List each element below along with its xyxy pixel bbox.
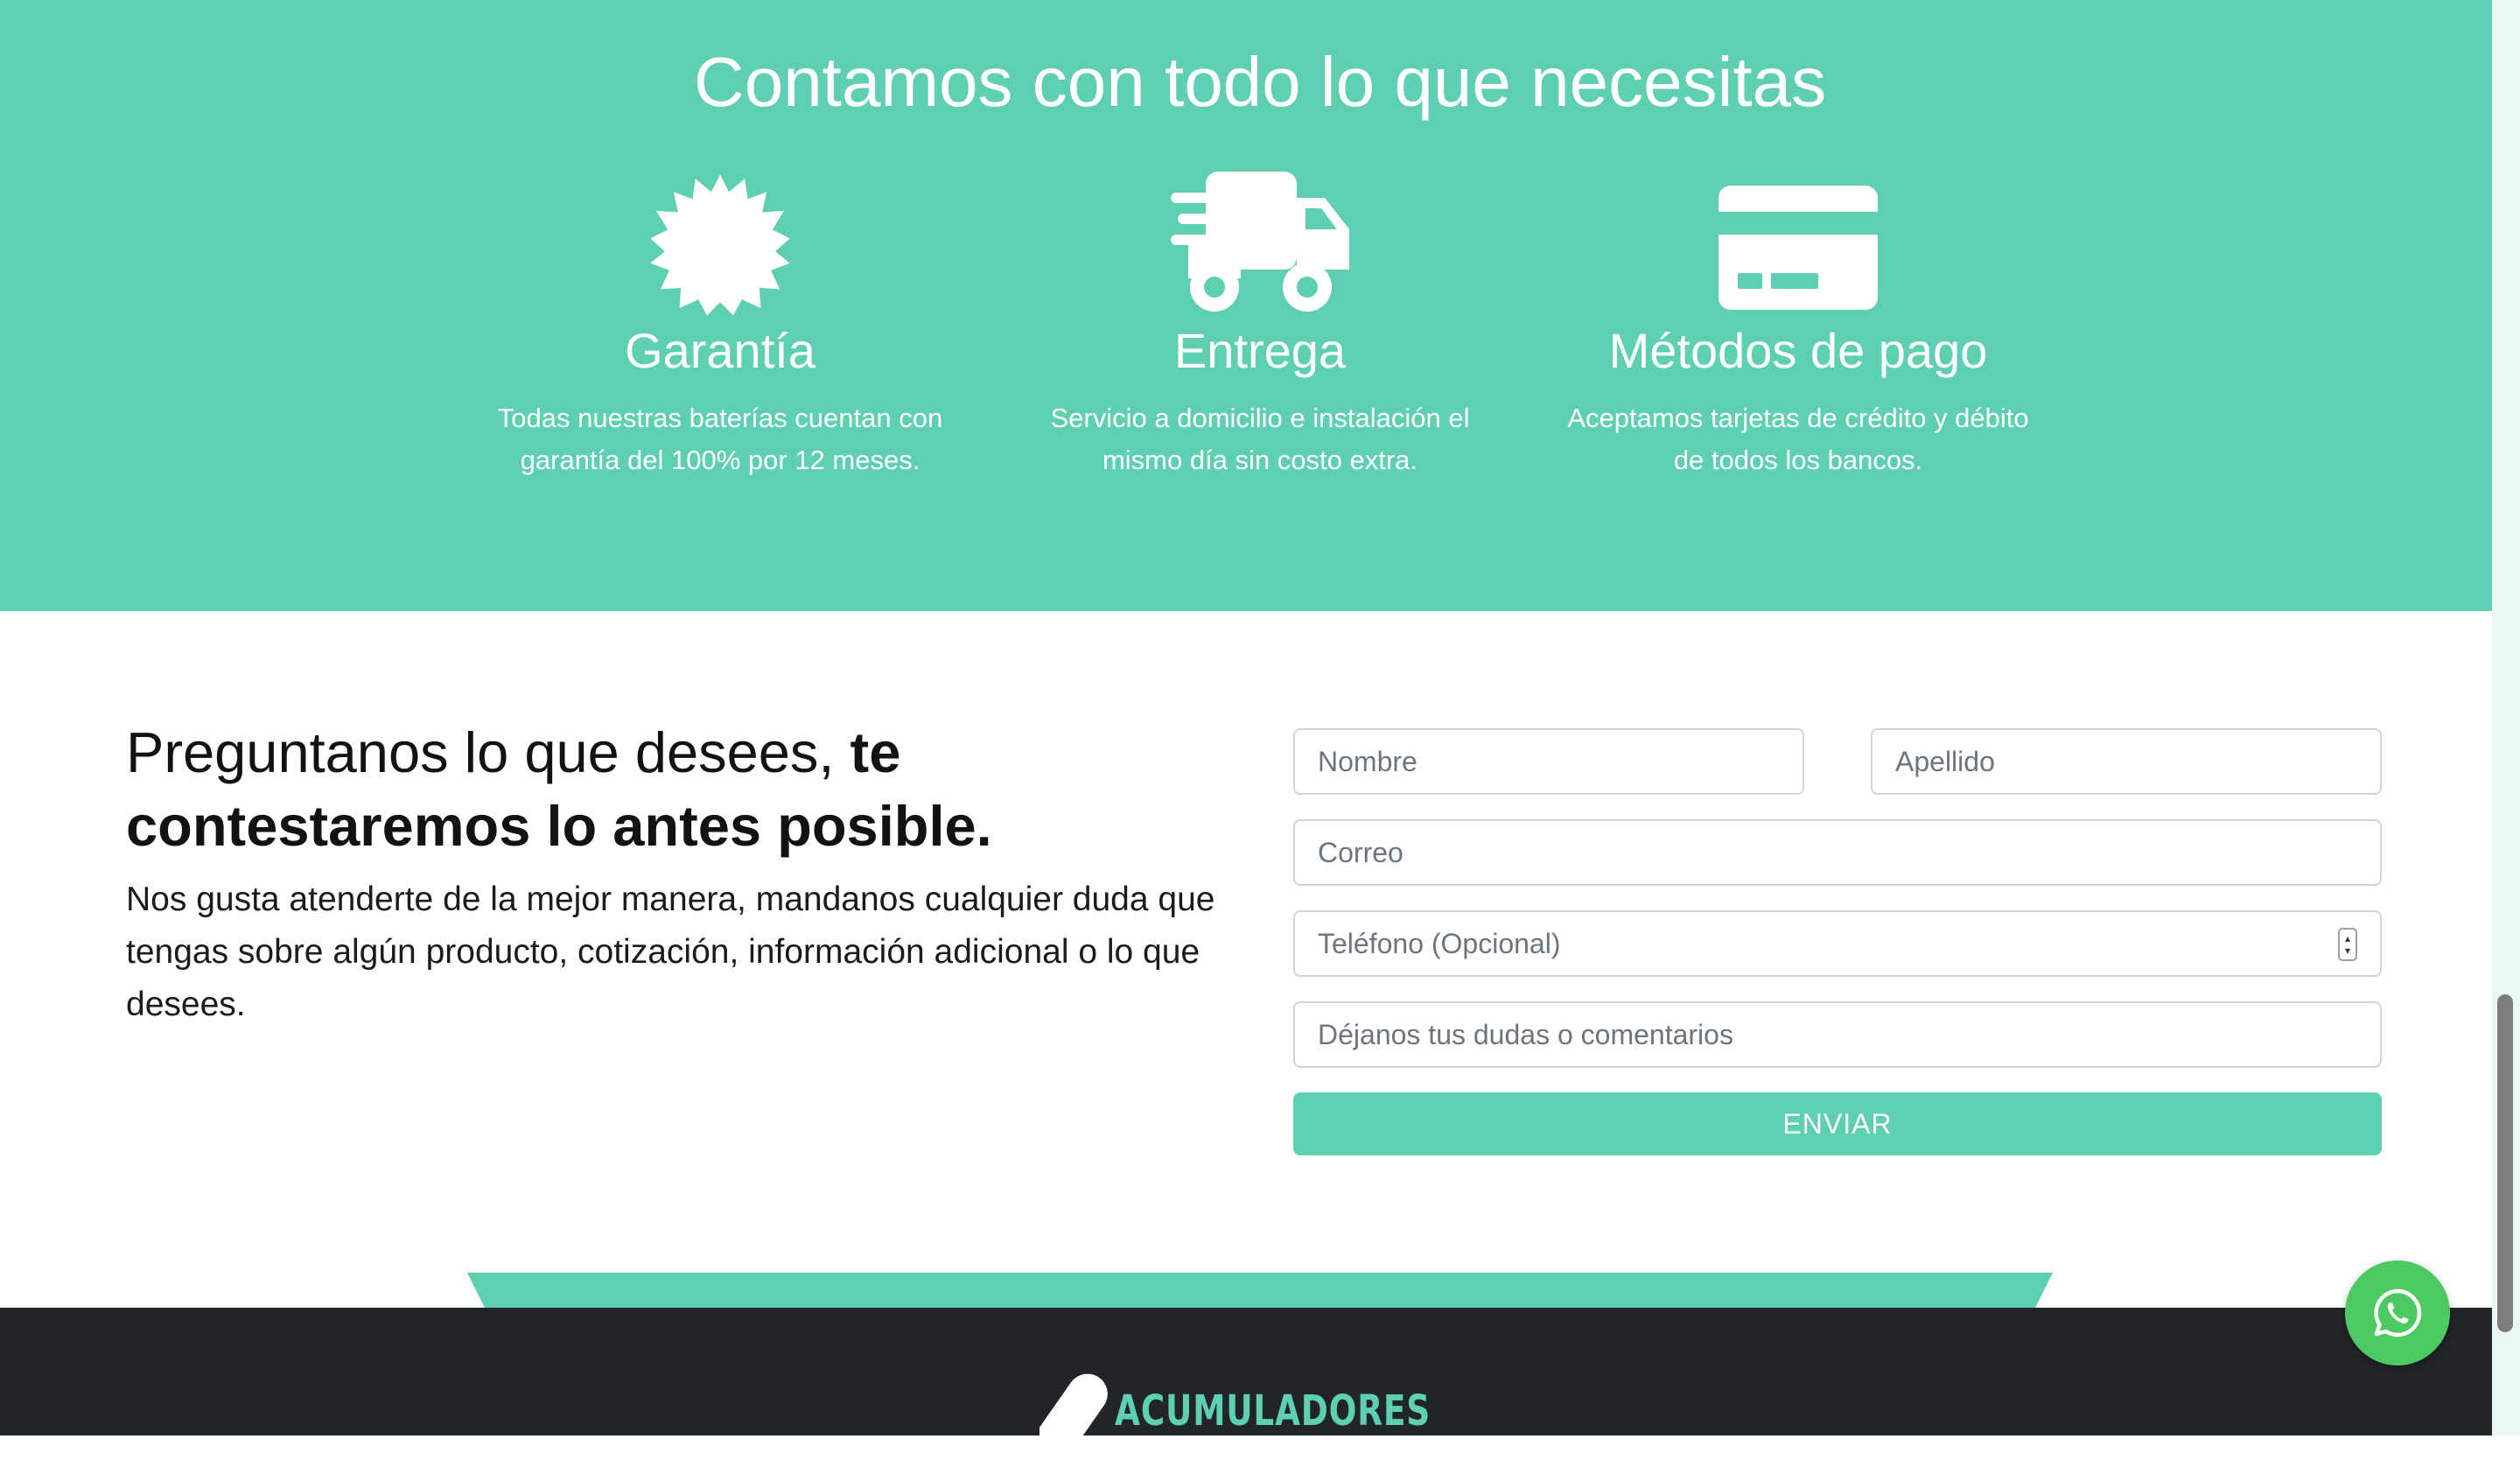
phone-input[interactable]: Teléfono (Opcional) ▴ ▾ <box>1293 910 2382 977</box>
feature-description: Aceptamos tarjetas de crédito y débito d… <box>1567 403 2029 475</box>
first-name-input[interactable]: Nombre <box>1293 728 1804 795</box>
feature-title: Entrega <box>1173 323 1347 378</box>
battery-logo-icon <box>1040 1373 1108 1460</box>
submit-button[interactable]: ENVIAR <box>1293 1092 2382 1155</box>
footer-logo-text[interactable]: ACUMULADORES <box>1115 1386 1431 1435</box>
number-stepper-icon[interactable]: ▴ ▾ <box>2338 928 2357 961</box>
contact-description: Nos gusta atenderte de la mejor manera, … <box>126 881 1215 1023</box>
feature-description: Servicio a domicilio e instalación el mi… <box>1050 403 1470 475</box>
footer-accent-band <box>467 1273 2053 1308</box>
email-input[interactable]: Correo <box>1293 819 2382 886</box>
whatsapp-icon <box>2374 1288 2422 1337</box>
feature-title: Garantía <box>625 323 816 378</box>
whatsapp-button[interactable] <box>2345 1260 2450 1365</box>
truck-icon <box>1015 172 1505 320</box>
badge-icon <box>475 172 965 320</box>
contact-heading: Preguntanos lo que desees, te contestarem… <box>126 720 992 858</box>
features-title: Contamos con todo lo que necesitas <box>693 43 1827 121</box>
feature-title: Métodos de pago <box>1608 323 1988 378</box>
feature-description: Todas nuestras baterías cuentan con gara… <box>497 403 943 475</box>
features-section: Contamos con todo lo que necesitas Garan… <box>0 0 2492 611</box>
feature-delivery: Entrega Servicio a domicilio e instalaci… <box>1015 172 1505 481</box>
credit-card-icon <box>1553 172 2043 320</box>
last-name-input[interactable]: Apellido <box>1871 728 2382 795</box>
comments-input[interactable]: Déjanos tus dudas o comentarios <box>1293 1001 2382 1068</box>
scrollbar[interactable] <box>2492 0 2520 1435</box>
scrollbar-thumb[interactable] <box>2497 994 2513 1332</box>
feature-warranty: Garantía Todas nuestras baterías cuentan… <box>475 172 965 481</box>
feature-payment: Métodos de pago Aceptamos tarjetas de cr… <box>1553 172 2043 481</box>
